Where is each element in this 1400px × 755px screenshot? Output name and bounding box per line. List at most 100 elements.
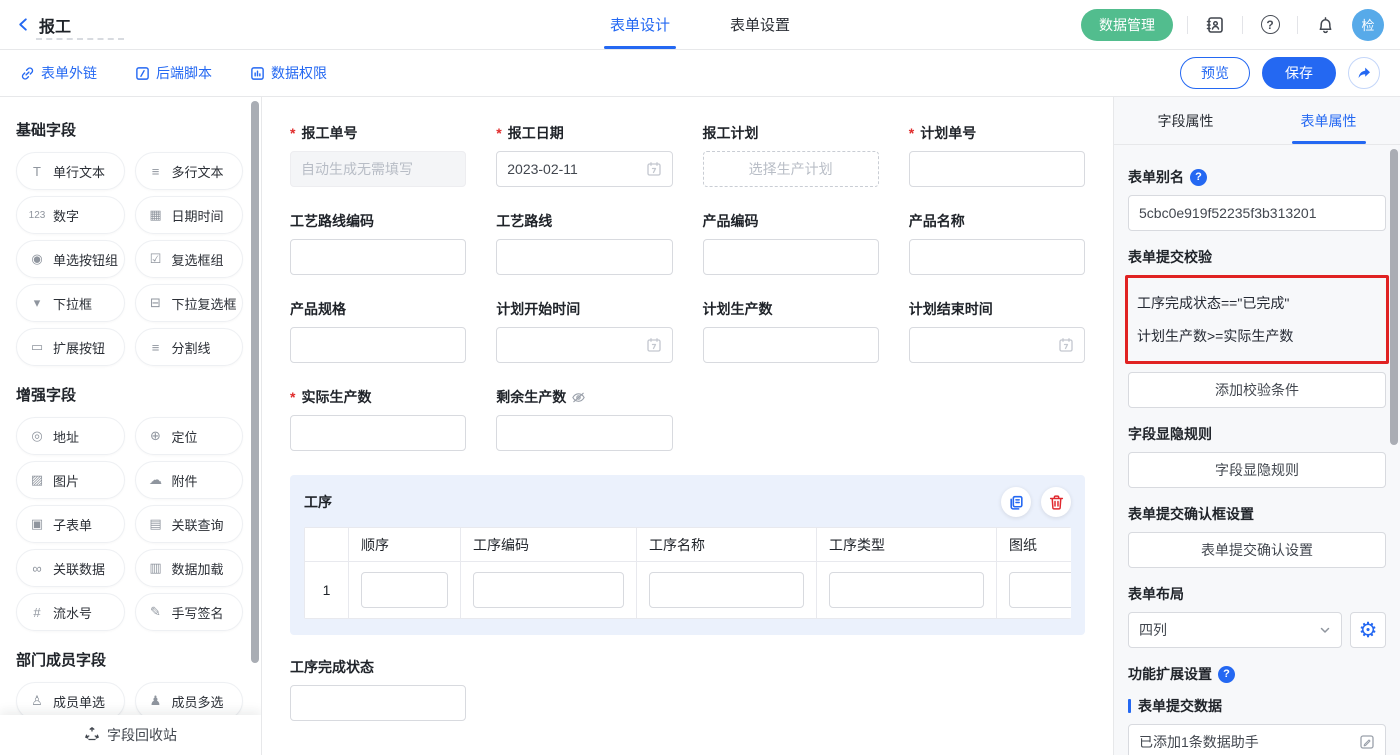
- dropdown-icon: ▾: [27, 295, 47, 311]
- field-route[interactable]: 工艺路线: [496, 211, 672, 275]
- palette-item-linked-data[interactable]: ∞关联数据: [16, 549, 125, 587]
- cell-input-drawing[interactable]: [1009, 572, 1071, 608]
- field-report-plan[interactable]: 报工计划 选择生产计划: [703, 123, 879, 187]
- add-validation-button[interactable]: 添加校验条件: [1128, 372, 1386, 408]
- help-icon[interactable]: ?: [1190, 169, 1207, 186]
- pen-icon: ✎: [146, 604, 166, 620]
- submit-data-box[interactable]: 已添加1条数据助手: [1128, 724, 1386, 755]
- plan-number-input[interactable]: [909, 151, 1085, 187]
- palette-item-single-line-text[interactable]: T单行文本: [16, 152, 125, 190]
- copy-button[interactable]: [1001, 487, 1031, 517]
- user-avatar[interactable]: 检: [1352, 9, 1384, 41]
- field-plan-qty[interactable]: 计划生产数: [703, 299, 879, 363]
- tab-form-design[interactable]: 表单设计: [610, 0, 670, 49]
- report-number-input[interactable]: 自动生成无需填写: [290, 151, 466, 187]
- palette-item-extend-button[interactable]: ▭扩展按钮: [16, 328, 125, 366]
- actual-qty-input[interactable]: [290, 415, 466, 451]
- palette-item-signature[interactable]: ✎手写签名: [135, 593, 244, 631]
- external-link-item[interactable]: 表单外链: [20, 63, 97, 83]
- palette-item-dropdown[interactable]: ▾下拉框: [16, 284, 125, 322]
- route-input[interactable]: [496, 239, 672, 275]
- panel-scrollbar[interactable]: [1390, 149, 1398, 445]
- palette-item-address[interactable]: ◎地址: [16, 417, 125, 455]
- field-product-code[interactable]: 产品编码: [703, 211, 879, 275]
- palette-item-locate[interactable]: ⊕定位: [135, 417, 244, 455]
- tab-field-properties[interactable]: 字段属性: [1114, 97, 1257, 144]
- contact-book-icon[interactable]: [1202, 12, 1228, 38]
- toolbar-actions: 预览 保存: [1180, 57, 1380, 89]
- palette-item-data-load[interactable]: ▥数据加载: [135, 549, 244, 587]
- help-icon[interactable]: ?: [1257, 12, 1283, 38]
- tab-form-settings[interactable]: 表单设置: [730, 0, 790, 49]
- notification-bell-icon[interactable]: [1312, 12, 1338, 38]
- field-process-status[interactable]: 工序完成状态: [290, 657, 466, 721]
- process-status-input[interactable]: [290, 685, 466, 721]
- help-icon[interactable]: ?: [1218, 666, 1235, 683]
- route-code-input[interactable]: [290, 239, 466, 275]
- palette-item-divider[interactable]: ≡分割线: [135, 328, 244, 366]
- recycle-icon: [84, 726, 100, 745]
- field-remaining-qty[interactable]: 剩余生产数: [496, 387, 672, 451]
- preview-button[interactable]: 预览: [1180, 57, 1250, 89]
- plan-start-time-input[interactable]: [496, 327, 672, 363]
- field-product-name[interactable]: 产品名称: [909, 211, 1085, 275]
- palette-item-datetime[interactable]: ▦日期时间: [135, 196, 244, 234]
- field-plan-start-time[interactable]: 计划开始时间: [496, 299, 672, 363]
- submit-confirm-title: 表单提交确认框设置: [1128, 504, 1386, 524]
- form-field-grid: *报工单号 自动生成无需填写 *报工日期 2023-02-11 报工计划 选择生…: [290, 123, 1085, 451]
- form-alias-input[interactable]: 5cbc0e919f52235f3b313201: [1128, 195, 1386, 231]
- field-route-code[interactable]: 工艺路线编码: [290, 211, 466, 275]
- field-plan-end-time[interactable]: 计划结束时间: [909, 299, 1085, 363]
- sidebar-scrollbar[interactable]: [251, 101, 259, 663]
- palette-item-multi-line-text[interactable]: ≡多行文本: [135, 152, 244, 190]
- field-plan-number[interactable]: *计划单号: [909, 123, 1085, 187]
- palette-item-linked-query[interactable]: ▤关联查询: [135, 505, 244, 543]
- cell-input-process-name[interactable]: [649, 572, 804, 608]
- share-button[interactable]: [1348, 57, 1380, 89]
- save-button[interactable]: 保存: [1262, 57, 1336, 89]
- palette-item-subform[interactable]: ▣子表单: [16, 505, 125, 543]
- report-plan-picker[interactable]: 选择生产计划: [703, 151, 879, 187]
- plan-qty-input[interactable]: [703, 327, 879, 363]
- display-rule-button[interactable]: 字段显隐规则: [1128, 452, 1386, 488]
- product-code-input[interactable]: [703, 239, 879, 275]
- backend-script-item[interactable]: 后端脚本: [135, 63, 212, 83]
- data-permission-item[interactable]: 数据权限: [250, 63, 327, 83]
- layout-select[interactable]: 四列: [1128, 612, 1342, 648]
- remaining-qty-input[interactable]: [496, 415, 672, 451]
- field-actual-qty[interactable]: *实际生产数: [290, 387, 466, 451]
- report-date-input[interactable]: 2023-02-11: [496, 151, 672, 187]
- tab-form-properties[interactable]: 表单属性: [1257, 97, 1400, 144]
- palette-item-image[interactable]: ▨图片: [16, 461, 125, 499]
- field-report-number[interactable]: *报工单号 自动生成无需填写: [290, 123, 466, 187]
- palette-item-dropdown-multi[interactable]: ⊟下拉复选框: [135, 284, 244, 322]
- palette-item-attachment[interactable]: ☁附件: [135, 461, 244, 499]
- data-manage-button[interactable]: 数据管理: [1081, 9, 1173, 41]
- submit-confirm-button[interactable]: 表单提交确认设置: [1128, 532, 1386, 568]
- product-name-input[interactable]: [909, 239, 1085, 275]
- delete-button[interactable]: [1041, 487, 1071, 517]
- edit-pencil-icon[interactable]: [1359, 734, 1375, 750]
- people-icon: ♟: [146, 693, 166, 709]
- divider: [1242, 16, 1243, 34]
- field-product-spec[interactable]: 产品规格: [290, 299, 466, 363]
- palette-item-radio-group[interactable]: ◉单选按钮组: [16, 240, 125, 278]
- group-title-basic: 基础字段: [16, 119, 243, 140]
- back-button[interactable]: 报工: [16, 13, 71, 37]
- palette-item-number[interactable]: 123数字: [16, 196, 125, 234]
- plan-end-time-input[interactable]: [909, 327, 1085, 363]
- radio-icon: ◉: [27, 251, 47, 267]
- red-annotation-box: 工序完成状态=="已完成" 计划生产数>=实际生产数: [1125, 275, 1389, 364]
- link-chain-icon: ∞: [27, 561, 47, 576]
- subform-process[interactable]: 工序 顺序 工序编码 工序名称 工序类型: [290, 475, 1085, 635]
- cell-input-order[interactable]: [361, 572, 448, 608]
- submit-validation-title: 表单提交校验: [1128, 247, 1386, 267]
- product-spec-input[interactable]: [290, 327, 466, 363]
- palette-item-serial-number[interactable]: #流水号: [16, 593, 125, 631]
- cell-input-process-type[interactable]: [829, 572, 984, 608]
- palette-item-checkbox-group[interactable]: ☑复选框组: [135, 240, 244, 278]
- field-report-date[interactable]: *报工日期 2023-02-11: [496, 123, 672, 187]
- cell-input-process-code[interactable]: [473, 572, 624, 608]
- field-recycle-bin[interactable]: 字段回收站: [0, 715, 261, 755]
- layout-settings-button[interactable]: ⚙: [1350, 612, 1386, 648]
